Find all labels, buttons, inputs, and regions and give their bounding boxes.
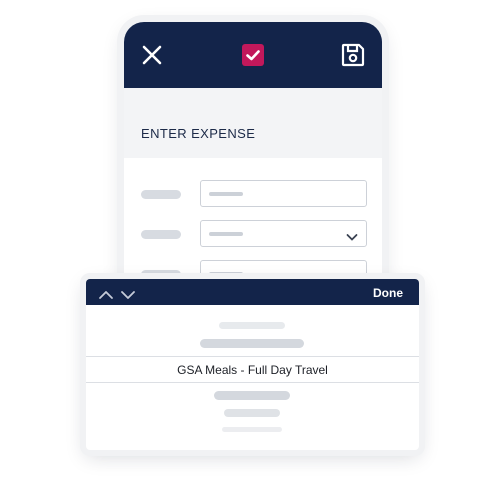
save-icon[interactable] (340, 42, 366, 68)
field-label-placeholder (141, 270, 181, 279)
chevron-down-icon (346, 229, 358, 241)
dropdown-value-placeholder (209, 232, 243, 236)
option-picker: Done GSA Meals - Full Day Travel (86, 279, 419, 450)
picker-selected-option[interactable]: GSA Meals - Full Day Travel (86, 360, 419, 380)
picker-option-placeholder[interactable] (224, 409, 280, 417)
form-row-dropdown-1 (124, 220, 382, 248)
checkbox-checked-icon[interactable] (242, 44, 264, 66)
top-bar (124, 22, 382, 88)
chevron-up-icon[interactable] (98, 287, 114, 299)
picker-toolbar: Done (86, 279, 419, 305)
form-row-text (124, 180, 382, 208)
phone-frame: ENTER EXPENSE (124, 22, 382, 322)
picker-option-placeholder[interactable] (214, 391, 290, 400)
close-icon[interactable] (140, 43, 164, 67)
dropdown-field[interactable] (200, 220, 367, 247)
chevron-down-icon (346, 269, 358, 281)
picker-option-placeholder[interactable] (200, 339, 304, 348)
picker-option-placeholder[interactable] (222, 427, 282, 432)
text-input-field[interactable] (200, 180, 367, 207)
section-title: ENTER EXPENSE (141, 126, 256, 141)
dropdown-value-placeholder (209, 272, 243, 276)
selection-divider-bottom (86, 382, 419, 383)
chevron-down-icon[interactable] (120, 287, 136, 299)
section-header: ENTER EXPENSE (124, 88, 382, 158)
done-button[interactable]: Done (373, 286, 403, 300)
picker-option-placeholder[interactable] (219, 322, 285, 329)
field-label-placeholder (141, 230, 181, 239)
input-value-placeholder (209, 192, 243, 196)
field-label-placeholder (141, 190, 181, 199)
selection-divider-top (86, 356, 419, 357)
